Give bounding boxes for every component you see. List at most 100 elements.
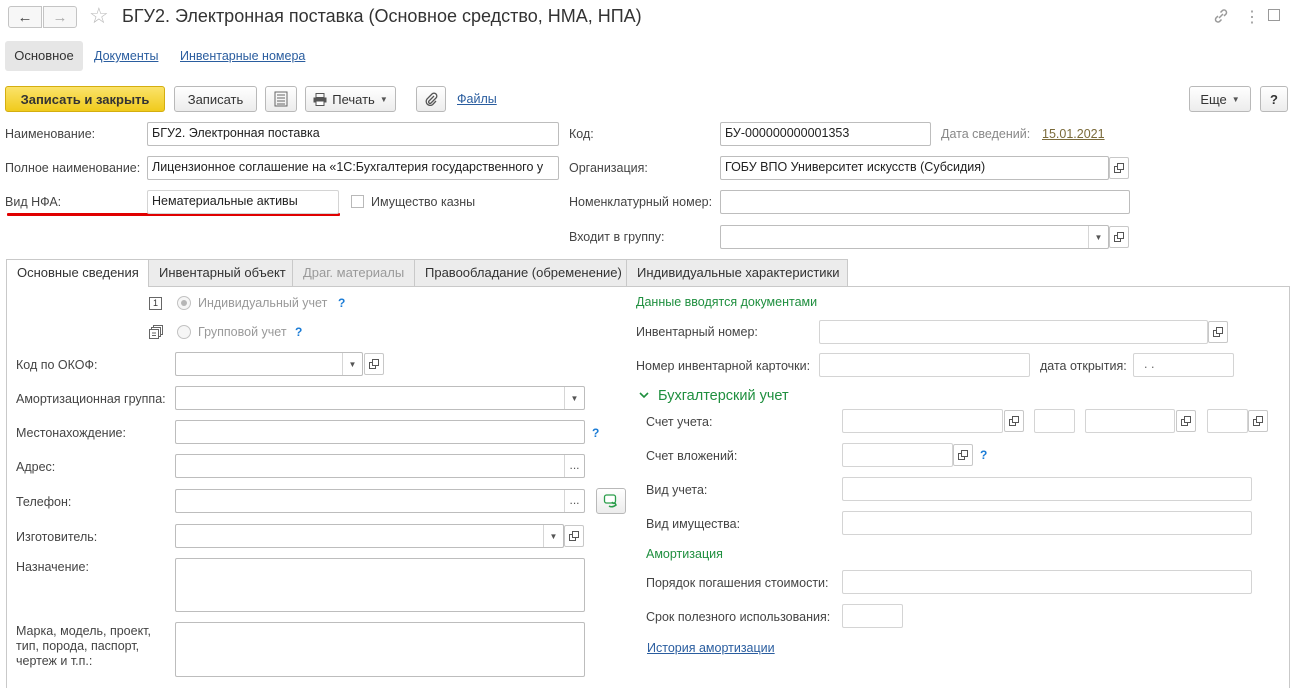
location-label: Местонахождение:: [16, 426, 126, 440]
open-date-label: дата открытия:: [1040, 359, 1127, 373]
name-value: БГУ2. Электронная поставка: [152, 126, 320, 140]
okof-label: Код по ОКОФ:: [16, 358, 98, 372]
tab-precious-materials[interactable]: Драг. материалы: [292, 259, 415, 286]
repayment-label: Порядок погашения стоимости:: [646, 576, 829, 590]
open-icon: [1213, 327, 1223, 337]
accounting-collapse-button[interactable]: [638, 389, 650, 404]
invest-account-help[interactable]: ?: [980, 448, 987, 462]
account-open-button[interactable]: [1004, 410, 1024, 432]
card-number-field: [819, 353, 1030, 377]
nav-tab-inventory-numbers[interactable]: Инвентарные номера: [180, 49, 305, 63]
group-help[interactable]: ?: [295, 325, 302, 339]
link-icon[interactable]: [1212, 7, 1230, 28]
name-label: Наименование:: [5, 127, 96, 141]
useful-life-label: Срок полезного использования:: [646, 610, 831, 624]
individual-radio[interactable]: [177, 296, 191, 310]
files-link[interactable]: Файлы: [457, 92, 497, 106]
chevron-down-icon[interactable]: ▼: [342, 353, 362, 375]
more-button[interactable]: Еще ▼: [1189, 86, 1251, 112]
attach-button[interactable]: [416, 86, 446, 112]
brand-label: Марка, модель, проект, тип, порода, пасп…: [16, 624, 151, 668]
tab-basic-info[interactable]: Основные сведения: [6, 259, 149, 287]
amortization-history-link[interactable]: История амортизации: [647, 641, 775, 655]
account-label: Счет учета:: [646, 415, 713, 429]
open-icon: [369, 359, 379, 369]
okof-open-button[interactable]: [364, 353, 384, 375]
group-radio[interactable]: [177, 325, 191, 339]
back-button[interactable]: ←: [8, 6, 42, 28]
open-icon: [569, 531, 579, 541]
open-icon: [1114, 232, 1124, 242]
chevron-down-icon: ▼: [379, 94, 388, 104]
group-accounting-label: Групповой учет: [198, 325, 287, 339]
save-and-close-button[interactable]: Записать и закрыть: [5, 86, 165, 112]
forward-button[interactable]: →: [43, 6, 77, 28]
location-help[interactable]: ?: [592, 426, 599, 440]
open-date-field: . .: [1133, 353, 1234, 377]
account-kps-field: [1034, 409, 1075, 433]
ellipsis-icon[interactable]: ...: [564, 455, 584, 477]
account-extra-field: [1207, 409, 1248, 433]
property-type-label: Вид имущества:: [646, 517, 741, 531]
address-field[interactable]: ...: [175, 454, 585, 478]
phone-icon: [603, 494, 617, 508]
purpose-textarea[interactable]: [175, 558, 585, 612]
brand-textarea[interactable]: [175, 622, 585, 677]
save-button[interactable]: Записать: [174, 86, 257, 112]
chevron-down-icon[interactable]: ▼: [1088, 226, 1108, 248]
inv-number-open-button[interactable]: [1208, 321, 1228, 343]
nomenclature-field[interactable]: [720, 190, 1130, 214]
tab-inventory-object[interactable]: Инвентарный объект: [148, 259, 293, 286]
save-and-close-label: Записать и закрыть: [20, 91, 150, 107]
phone-label: Телефон:: [16, 495, 72, 509]
open-icon: [958, 450, 968, 460]
group-open-button[interactable]: [1109, 226, 1129, 248]
favorite-star-icon[interactable]: ☆: [89, 3, 109, 29]
account-analytics-open-button[interactable]: [1176, 410, 1196, 432]
name-field[interactable]: БГУ2. Электронная поставка: [147, 122, 559, 146]
nfa-type-field[interactable]: Нематериальные активы: [147, 190, 339, 214]
accounting-heading[interactable]: Бухгалтерский учет: [658, 388, 789, 404]
nav-tab-main[interactable]: Основное: [5, 41, 83, 71]
group-field[interactable]: ▼: [720, 225, 1109, 249]
maximize-icon[interactable]: [1268, 9, 1280, 21]
open-icon: [1114, 163, 1124, 173]
help-button[interactable]: ?: [1260, 86, 1288, 112]
phone-field[interactable]: ...: [175, 489, 585, 513]
maker-field[interactable]: ▼: [175, 524, 564, 548]
maker-open-button[interactable]: [564, 525, 584, 547]
amort-group-label: Амортизационная группа:: [16, 392, 166, 406]
chevron-down-icon[interactable]: ▼: [543, 525, 563, 547]
ellipsis-icon[interactable]: ...: [564, 490, 584, 512]
nomenclature-label: Номенклатурный номер:: [569, 195, 713, 209]
call-button[interactable]: [596, 488, 626, 514]
org-field[interactable]: ГОБУ ВПО Университет искусств (Субсидия): [720, 156, 1109, 180]
maker-label: Изготовитель:: [16, 530, 98, 544]
chevron-down-icon[interactable]: ▼: [564, 387, 584, 409]
print-label: Печать: [332, 91, 375, 107]
repayment-field: [842, 570, 1252, 594]
documents-heading: Данные вводятся документами: [636, 295, 818, 309]
org-open-button[interactable]: [1109, 157, 1129, 179]
treasury-checkbox[interactable]: [351, 195, 364, 208]
account-extra-open-button[interactable]: [1248, 410, 1268, 432]
more-vertical-icon[interactable]: ⋮: [1244, 7, 1260, 27]
printer-icon: [313, 92, 327, 106]
individual-help[interactable]: ?: [338, 296, 345, 310]
location-field[interactable]: [175, 420, 585, 444]
tab-ownership[interactable]: Правообладание (обременение): [414, 259, 627, 286]
amort-group-field[interactable]: ▼: [175, 386, 585, 410]
code-field[interactable]: БУ-000000000001353: [720, 122, 931, 146]
print-button[interactable]: Печать ▼: [305, 86, 396, 112]
amortization-heading: Амортизация: [646, 547, 723, 561]
date-link[interactable]: 15.01.2021: [1042, 127, 1105, 141]
okof-field[interactable]: ▼: [175, 352, 363, 376]
invest-account-label: Счет вложений:: [646, 449, 738, 463]
invest-account-open-button[interactable]: [953, 444, 973, 466]
nfa-type-label: Вид НФА:: [5, 195, 62, 209]
fullname-value: Лицензионное соглашение на «1С:Бухгалтер…: [152, 160, 544, 174]
list-report-button[interactable]: [265, 86, 297, 112]
tab-individual-characteristics[interactable]: Индивидуальные характеристики: [626, 259, 848, 286]
fullname-field[interactable]: Лицензионное соглашение на «1С:Бухгалтер…: [147, 156, 559, 180]
nav-tab-documents[interactable]: Документы: [94, 49, 158, 63]
